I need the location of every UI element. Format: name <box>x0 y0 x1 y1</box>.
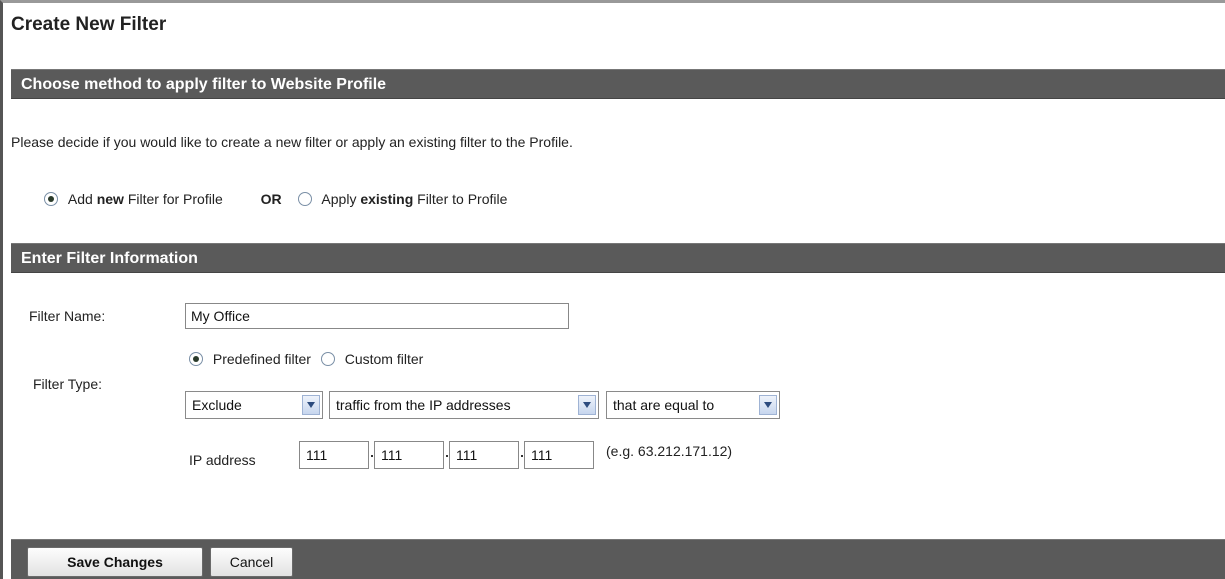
chevron-down-icon[interactable] <box>578 395 596 415</box>
method-section-header: Choose method to apply filter to Website… <box>11 69 1225 99</box>
ip-separator <box>521 455 523 457</box>
ip-address-label: IP address <box>189 452 256 468</box>
save-changes-button[interactable]: Save Changes <box>27 547 203 577</box>
add-new-bold: new <box>96 191 124 207</box>
apply-existing-prefix: Apply <box>321 191 357 207</box>
custom-filter-radio[interactable] <box>320 352 335 366</box>
filter-action-select[interactable]: Exclude <box>185 391 323 419</box>
ip-separator <box>371 455 373 457</box>
apply-existing-suffix: Filter to Profile <box>417 191 508 207</box>
chevron-down-icon[interactable] <box>759 395 777 415</box>
filter-name-input[interactable] <box>185 303 569 329</box>
filter-action-value: Exclude <box>192 397 242 413</box>
filter-match-value: that are equal to <box>613 397 715 413</box>
filter-type-label: Filter Type: <box>33 376 102 392</box>
add-new-filter-radio[interactable] <box>44 192 58 206</box>
ip-octet-1-input[interactable] <box>299 441 369 469</box>
filter-name-label: Filter Name: <box>29 308 106 324</box>
ip-octet-4-input[interactable] <box>524 441 594 469</box>
ip-separator <box>446 455 448 457</box>
or-label: OR <box>260 191 282 207</box>
page-title: Create New Filter <box>11 14 167 35</box>
method-instruction: Please decide if you would like to creat… <box>11 134 573 150</box>
create-filter-panel: Create New Filter Choose method to apply… <box>0 0 1225 579</box>
add-new-prefix: Add <box>67 191 93 207</box>
predefined-filter-radio[interactable] <box>189 352 203 366</box>
add-new-suffix: Filter for Profile <box>127 191 223 207</box>
filter-type-options: Predefined filter Custom filter <box>189 351 423 367</box>
filter-info-section-header: Enter Filter Information <box>11 243 1225 273</box>
apply-existing-filter-option[interactable]: Apply existing Filter to Profile <box>297 191 508 207</box>
ip-example-hint: (e.g. 63.212.171.12) <box>606 443 733 459</box>
predefined-filter-option[interactable]: Predefined filter <box>189 351 315 367</box>
ip-octet-3-input[interactable] <box>449 441 519 469</box>
filter-source-select[interactable]: traffic from the IP addresses <box>329 391 599 419</box>
custom-filter-option[interactable]: Custom filter <box>320 351 424 367</box>
custom-filter-label: Custom filter <box>344 351 424 367</box>
method-options: Add new Filter for Profile OR Apply exis… <box>44 191 507 207</box>
filter-source-value: traffic from the IP addresses <box>336 397 511 413</box>
chevron-down-icon[interactable] <box>302 395 320 415</box>
apply-existing-filter-radio[interactable] <box>297 192 312 206</box>
ip-octet-2-input[interactable] <box>374 441 444 469</box>
add-new-filter-option[interactable]: Add new Filter for Profile <box>44 191 223 207</box>
filter-match-select[interactable]: that are equal to <box>606 391 780 419</box>
apply-existing-bold: existing <box>360 191 414 207</box>
cancel-button[interactable]: Cancel <box>210 547 293 577</box>
predefined-filter-label: Predefined filter <box>212 351 311 367</box>
